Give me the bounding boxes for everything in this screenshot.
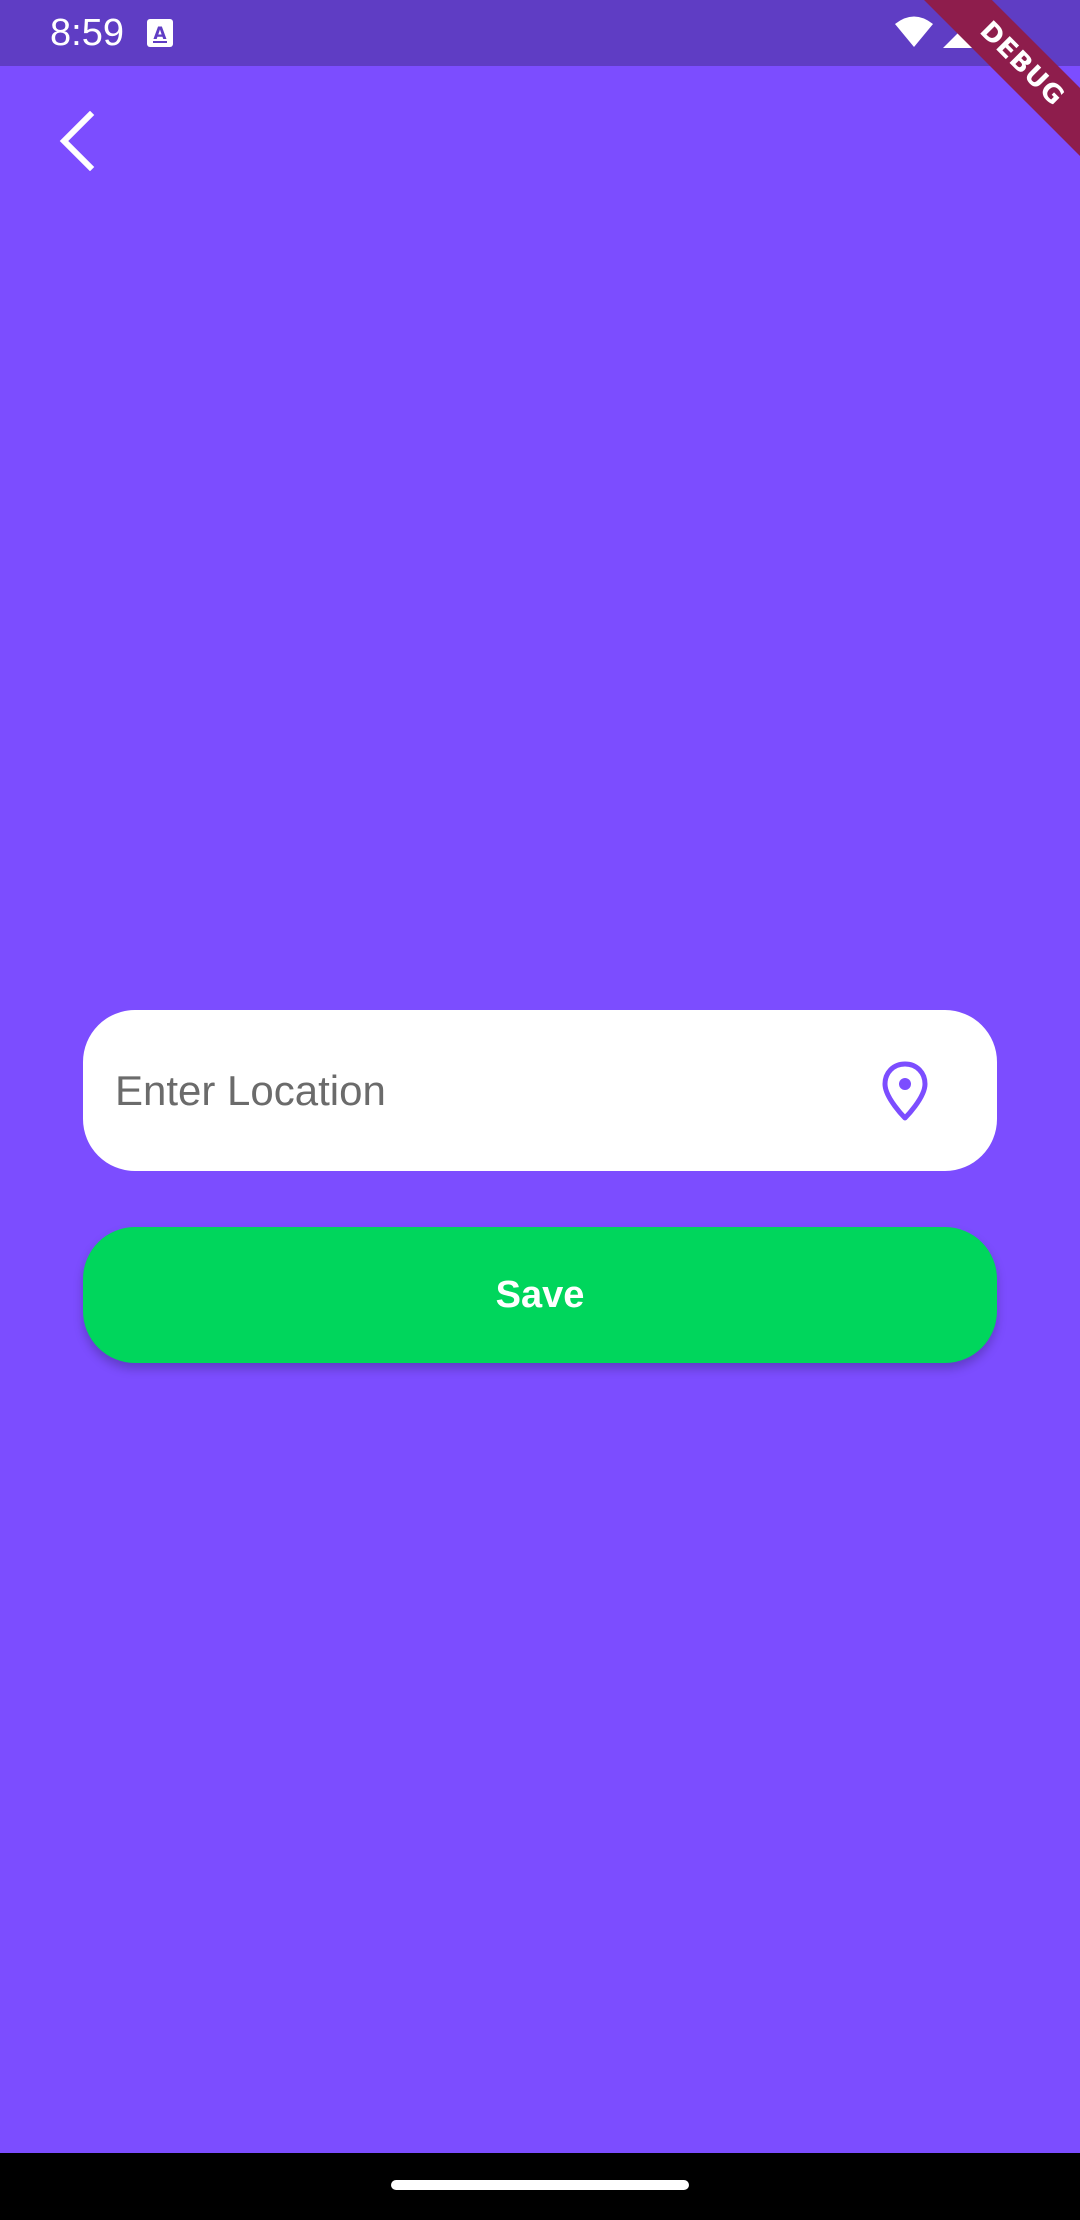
status-bar: 8:59 A	[0, 0, 1080, 66]
screen: 8:59 A DEBUG Enter Location Save	[0, 0, 1080, 2220]
wifi-icon	[894, 15, 934, 54]
back-button[interactable]	[40, 100, 112, 186]
chevron-left-icon	[54, 110, 98, 176]
save-button[interactable]: Save	[83, 1227, 997, 1363]
status-time: 8:59	[50, 12, 124, 54]
home-indicator[interactable]	[391, 2180, 689, 2190]
location-field[interactable]	[83, 1010, 997, 1171]
text-a-icon: A	[146, 18, 174, 48]
location-input[interactable]	[115, 1010, 895, 1171]
location-pin-icon[interactable]	[876, 1060, 934, 1122]
